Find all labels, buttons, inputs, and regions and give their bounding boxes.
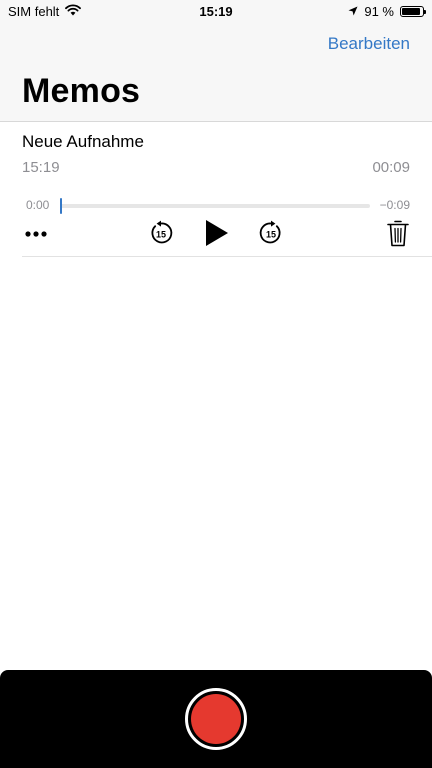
memo-recorded-time: 15:19 [22,159,60,176]
more-options-button[interactable] [24,224,48,244]
carrier-label: SIM fehlt [8,3,60,19]
playback-controls: 15 15 [22,218,410,250]
battery-percentage: 91 % [364,3,394,19]
battery-icon [400,5,426,17]
remaining-time: −0:09 [379,198,410,212]
trash-icon [387,220,409,247]
record-icon [191,694,241,744]
record-button[interactable] [185,688,247,750]
play-icon [206,220,228,246]
battery-fill [402,7,421,15]
elapsed-time: 0:00 [26,198,50,212]
more-dots-icon [25,231,47,237]
play-button[interactable] [202,218,232,248]
memo-list-item[interactable]: Neue Aufnahme 15:19 00:09 0:00 −0:09 15 … [22,122,432,257]
status-left: SIM fehlt [8,3,82,19]
scrubber-handle[interactable] [60,198,62,214]
skip-forward-seconds: 15 [266,230,276,240]
navigation-header: Bearbeiten Memos [0,22,432,122]
scrubber-track[interactable] [60,204,370,208]
memo-duration: 00:09 [372,159,410,176]
skip-back-seconds: 15 [156,230,166,240]
page-title: Memos [22,72,141,110]
memo-title[interactable]: Neue Aufnahme [22,132,144,152]
skip-back-button[interactable]: 15 [148,220,174,246]
playback-scrubber[interactable]: 0:00 −0:09 [22,196,410,216]
location-arrow-icon [348,4,358,19]
status-right: 91 % [348,3,426,19]
status-bar: SIM fehlt 15:19 91 % [0,0,432,22]
skip-forward-button[interactable]: 15 [258,220,284,246]
delete-button[interactable] [386,218,410,248]
wifi-icon [65,3,82,19]
record-bar [0,670,432,768]
edit-button[interactable]: Bearbeiten [328,34,410,54]
voice-memos-screen: SIM fehlt 15:19 91 % Bearbeiten Memos Ne… [0,0,432,768]
skip-forward-15-icon: 15 [259,220,281,244]
skip-back-15-icon: 15 [151,220,173,244]
